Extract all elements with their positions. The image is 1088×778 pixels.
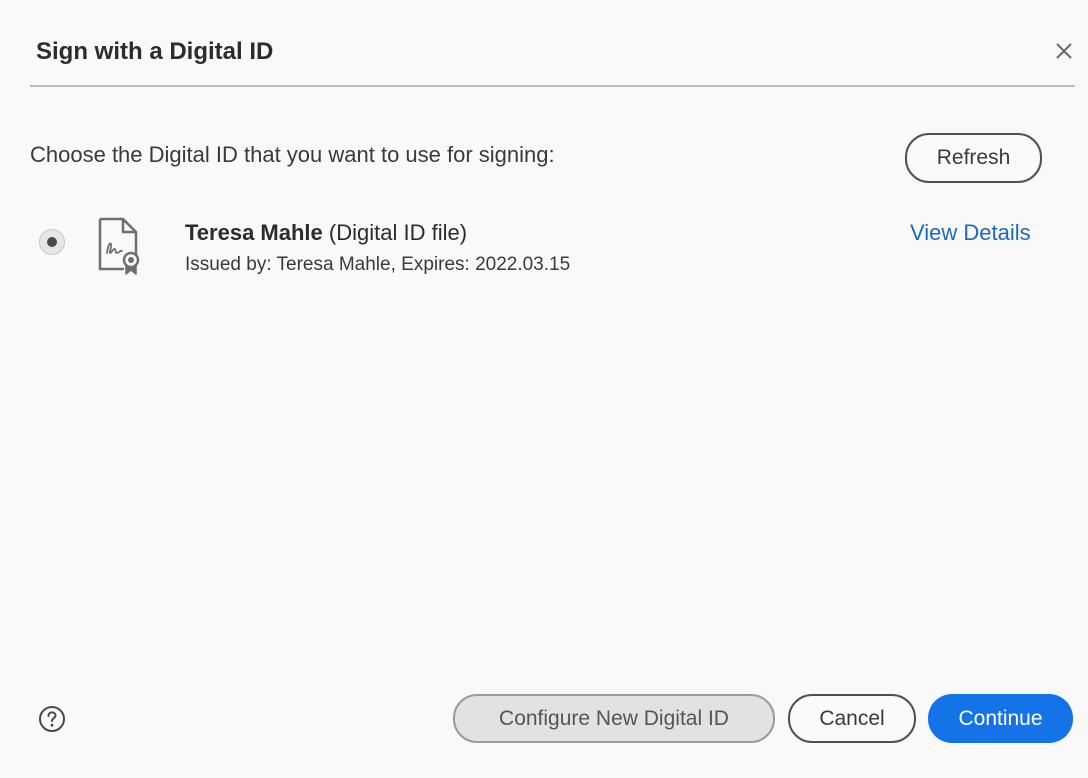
digital-id-radio[interactable] bbox=[39, 229, 65, 255]
choose-id-prompt: Choose the Digital ID that you want to u… bbox=[30, 142, 555, 167]
help-icon[interactable] bbox=[38, 705, 66, 733]
sign-digital-id-dialog: Sign with a Digital ID Choose the Digita… bbox=[0, 0, 1088, 778]
continue-button[interactable]: Continue bbox=[928, 694, 1073, 743]
radio-selected-dot bbox=[47, 237, 57, 247]
title-divider bbox=[30, 85, 1075, 87]
view-details-link[interactable]: View Details bbox=[910, 220, 1031, 246]
certificate-file-icon bbox=[98, 217, 140, 275]
close-button[interactable] bbox=[1049, 36, 1079, 66]
digital-id-type: (Digital ID file) bbox=[328, 220, 468, 245]
refresh-button[interactable]: Refresh bbox=[905, 133, 1042, 183]
digital-id-issuer: Issued by: Teresa Mahle, Expires: 2022.0… bbox=[185, 254, 571, 275]
digital-id-name: Teresa Mahle bbox=[185, 220, 323, 245]
configure-new-digital-id-button[interactable]: Configure New Digital ID bbox=[453, 694, 775, 743]
close-icon bbox=[1056, 43, 1072, 59]
dialog-title: Sign with a Digital ID bbox=[36, 38, 274, 65]
cancel-button[interactable]: Cancel bbox=[788, 694, 916, 743]
digital-id-title: Teresa Mahle (Digital ID file) bbox=[185, 220, 467, 246]
digital-id-list-item[interactable]: Teresa Mahle (Digital ID file) Issued by… bbox=[30, 205, 1060, 285]
